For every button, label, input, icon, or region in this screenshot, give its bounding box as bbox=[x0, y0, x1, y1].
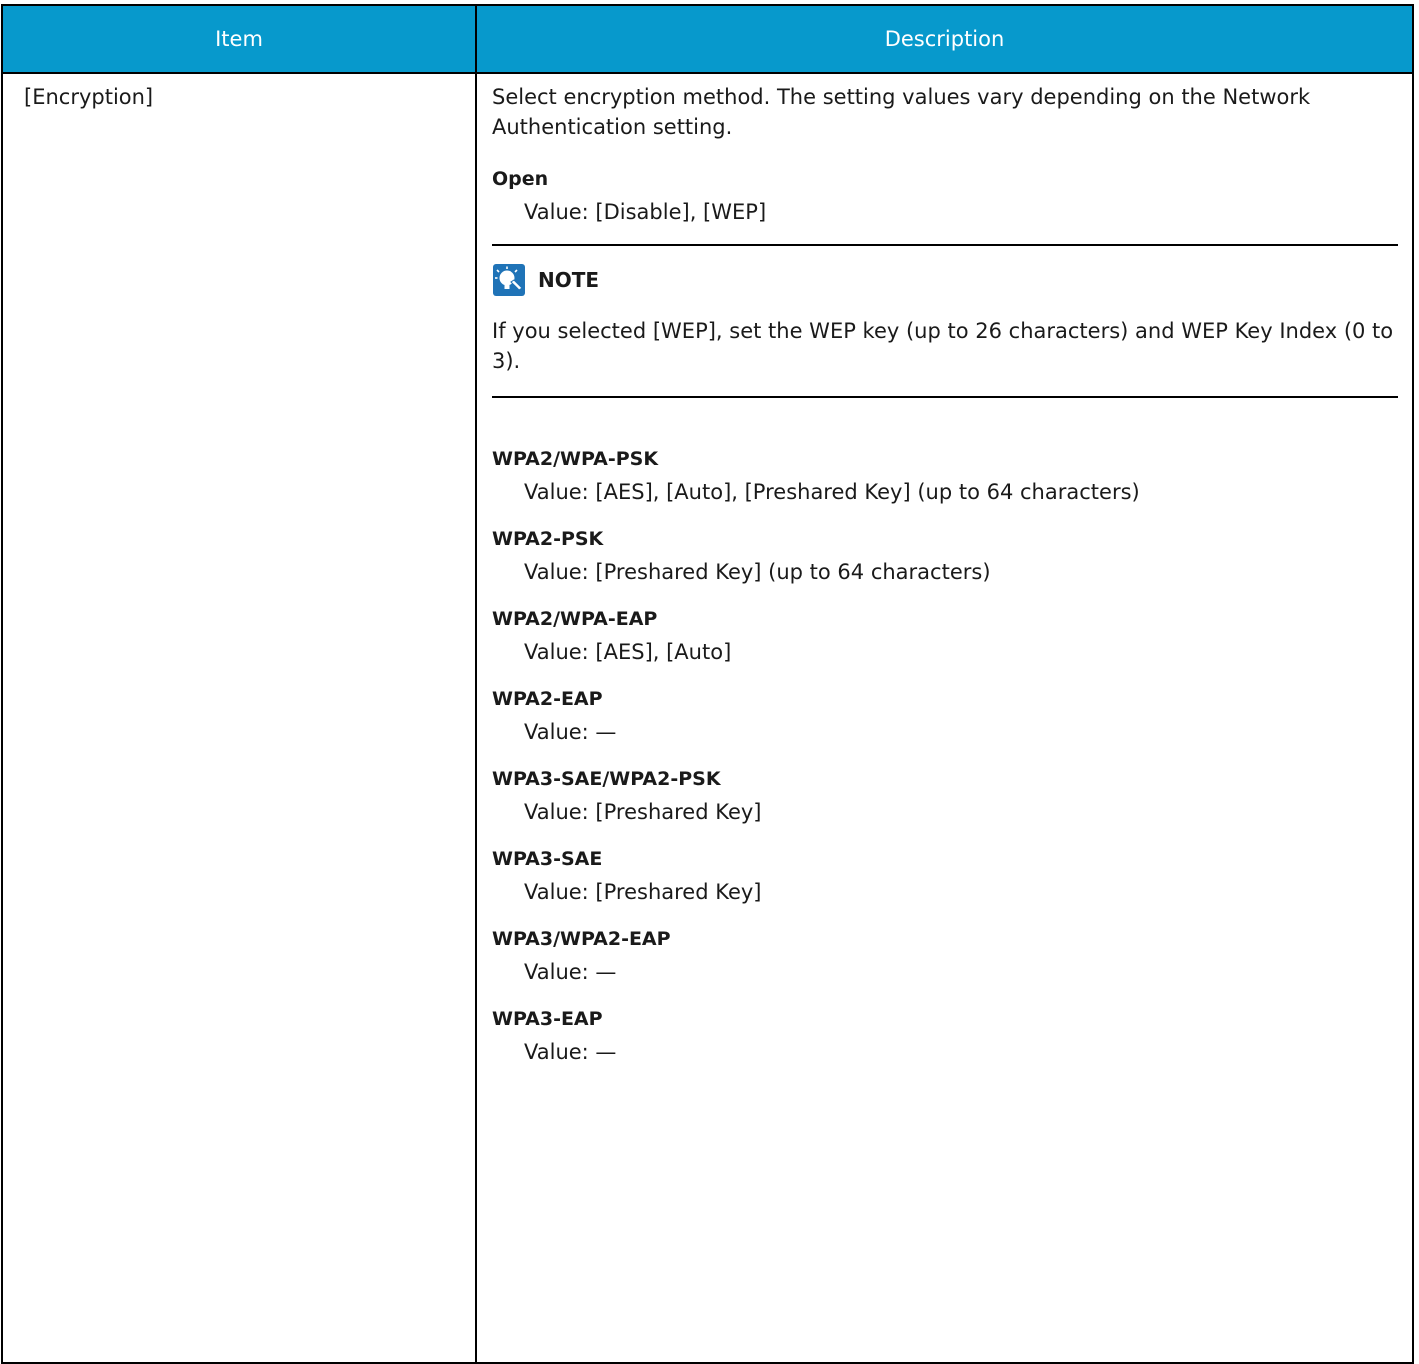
option-value-open: Value: [Disable], [WEP] bbox=[524, 200, 767, 224]
option-name: WPA2-PSK bbox=[492, 528, 604, 550]
option-name: WPA3-EAP bbox=[492, 1008, 603, 1030]
note-header: NOTE bbox=[492, 262, 1398, 298]
header-item: Item bbox=[215, 27, 263, 51]
option-name: WPA3/WPA2-EAP bbox=[492, 928, 671, 950]
option-value: Value: [Preshared Key] bbox=[524, 800, 762, 824]
option-name: WPA3-SAE/WPA2-PSK bbox=[492, 768, 721, 790]
description-intro: Select encryption method. The setting va… bbox=[492, 85, 1311, 139]
option-name-open: Open bbox=[492, 168, 549, 190]
note-box: NOTE If you selected [WEP], set the WEP … bbox=[492, 244, 1398, 398]
option-name: WPA2-EAP bbox=[492, 688, 603, 710]
option-value: Value: — bbox=[524, 960, 617, 984]
option-value: Value: [Preshared Key] (up to 64 charact… bbox=[524, 560, 991, 584]
column-divider bbox=[475, 6, 477, 1362]
lightbulb-note-icon bbox=[492, 263, 526, 297]
item-encryption: [Encryption] bbox=[24, 85, 154, 109]
option-name: WPA3-SAE bbox=[492, 848, 603, 870]
option-value: Value: — bbox=[524, 1040, 617, 1064]
note-text: If you selected [WEP], set the WEP key (… bbox=[492, 319, 1394, 373]
option-name: WPA2/WPA-EAP bbox=[492, 608, 658, 630]
option-value: Value: [AES], [Auto], [Preshared Key] (u… bbox=[524, 480, 1140, 504]
note-title: NOTE bbox=[538, 268, 600, 292]
header-description: Description bbox=[884, 27, 1005, 51]
option-name: WPA2/WPA-PSK bbox=[492, 448, 659, 470]
table-header: Item Description bbox=[3, 6, 1412, 74]
option-value: Value: [Preshared Key] bbox=[524, 880, 762, 904]
description-cell: Select encryption method. The setting va… bbox=[492, 82, 1398, 1084]
option-value: Value: — bbox=[524, 720, 617, 744]
option-value: Value: [AES], [Auto] bbox=[524, 640, 732, 664]
